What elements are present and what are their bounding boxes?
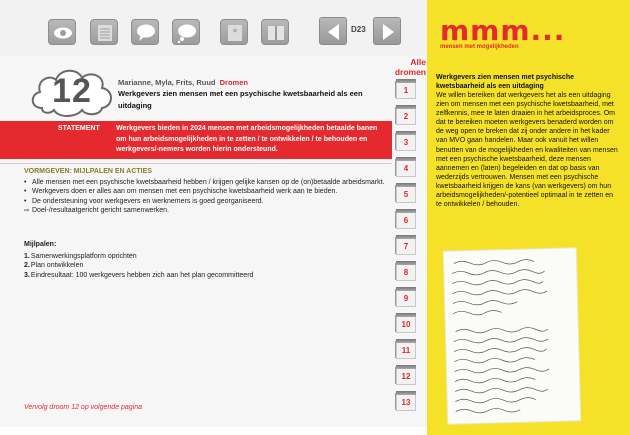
dream-title: Werkgevers zien mensen met een psychisch… — [118, 89, 363, 110]
author-names: Marianne, Myla, Frits, Ruud Dromen — [118, 78, 248, 87]
tab-label: 13 — [401, 398, 411, 407]
tab-dream-1[interactable]: 1 — [393, 79, 417, 99]
tab-edge — [396, 209, 416, 213]
triangle-left-icon — [328, 24, 339, 40]
tab-label: 9 — [403, 294, 409, 303]
tab-edge — [396, 313, 416, 317]
statement-text: Werkgevers bieden in 2024 mensen met arb… — [116, 125, 378, 153]
tab-edge — [396, 287, 416, 291]
all-dreams-link[interactable]: Alle dromen — [384, 57, 426, 77]
tab-edge — [396, 183, 416, 187]
continuation-note: Vervolg droom 12 op volgende pagina — [24, 404, 143, 411]
logo: mmm... — [440, 14, 566, 47]
tab-label: 11 — [401, 346, 411, 355]
tab-dream-10[interactable]: 10 — [393, 313, 417, 333]
tab-edge — [396, 391, 416, 395]
next-page-button[interactable] — [373, 17, 401, 45]
list-item: Doel-/resultaatgericht gericht samenwerk… — [24, 206, 386, 216]
speech-button[interactable] — [131, 19, 159, 45]
tab-dream-9[interactable]: 9 — [393, 287, 417, 307]
list-item: Alle mensen met een psychische kwetsbaar… — [24, 178, 386, 188]
dream-number: 12 — [52, 72, 92, 110]
tab-dream-4[interactable]: 4 — [393, 157, 417, 177]
sidebar-title: Werkgevers zien mensen met psychische kw… — [436, 74, 574, 90]
list-item: 3.Eindresultaat: 100 werkgevers hebben z… — [24, 271, 254, 279]
asterisk-icon: * — [228, 25, 242, 41]
page: * D23 12 Marianne, Myla, Frits, Ruud Dro… — [0, 0, 629, 435]
statement-label: STATEMENT — [58, 125, 100, 132]
bottom-rule — [0, 427, 427, 435]
asterisk-button[interactable]: * — [220, 19, 248, 45]
tab-label: 10 — [401, 320, 411, 329]
tab-label: 6 — [403, 216, 409, 225]
eye-icon — [54, 27, 72, 39]
tab-dream-5[interactable]: 5 — [393, 183, 417, 203]
tab-edge — [396, 365, 416, 369]
handwriting-scribble — [451, 259, 550, 414]
names-text: Marianne, Myla, Frits, Ruud — [118, 78, 216, 87]
svg-text:*: * — [233, 28, 238, 38]
sidebar-body: We willen bereiken dat werkgevers het al… — [436, 92, 618, 209]
tab-edge — [396, 235, 416, 239]
milestones-title: Mijlpalen: — [24, 241, 57, 248]
list-button[interactable] — [90, 19, 118, 45]
list-item: Werkgevers doen er alles aan om mensen m… — [24, 187, 386, 197]
tab-label: 1 — [403, 86, 409, 95]
book-icon — [268, 26, 284, 40]
tab-dream-2[interactable]: 2 — [393, 105, 417, 125]
tab-label: 5 — [403, 190, 409, 199]
triangle-right-icon — [383, 24, 394, 40]
list-item: De ondersteuning voor werkgevers en werk… — [24, 197, 386, 207]
tab-dream-13[interactable]: 13 — [393, 391, 417, 411]
tab-edge — [396, 79, 416, 83]
tab-edge — [396, 131, 416, 135]
list-item: 2.Plan ontwikkelen — [24, 262, 84, 270]
logo-subtitle: mensen met mogelijkheden — [440, 44, 519, 50]
section-title: VORMGEVEN: MIJLPALEN EN ACTIES — [24, 168, 152, 175]
tab-dream-6[interactable]: 6 — [393, 209, 417, 229]
speech-bubble-icon — [137, 24, 155, 41]
toolbar: * D23 — [0, 0, 427, 56]
tab-dream-7[interactable]: 7 — [393, 235, 417, 255]
list-item: 1.Samenwerkingsplatform oprichten — [24, 253, 137, 260]
tab-edge — [396, 105, 416, 109]
tab-label: 8 — [403, 268, 409, 277]
divider — [0, 163, 392, 164]
milestones-list: 1.Samenwerkingsplatform oprichten 2.Plan… — [24, 252, 386, 280]
tab-dream-12[interactable]: 12 — [393, 365, 417, 385]
handwritten-note-image — [443, 248, 581, 424]
tab-dream-8[interactable]: 8 — [393, 261, 417, 281]
thought-button[interactable] — [172, 19, 200, 45]
tab-label: 3 — [403, 138, 409, 147]
tab-edge — [396, 261, 416, 265]
thought-bubble-icon — [177, 24, 196, 44]
tab-edge — [396, 339, 416, 343]
actions-list: Alle mensen met een psychische kwetsbaar… — [24, 178, 386, 216]
tab-dream-11[interactable]: 11 — [393, 339, 417, 359]
tab-label: 2 — [403, 112, 409, 121]
eye-button[interactable] — [48, 19, 76, 45]
previous-page-button[interactable] — [319, 17, 347, 45]
list-icon — [98, 25, 112, 41]
tab-label: 7 — [403, 242, 409, 251]
tab-label: 4 — [403, 164, 409, 173]
page-code: D23 — [351, 25, 366, 34]
tab-edge — [396, 157, 416, 161]
dream-label: Dromen — [219, 78, 248, 87]
book-button[interactable] — [261, 19, 289, 45]
tab-label: 12 — [401, 372, 411, 381]
tab-dream-3[interactable]: 3 — [393, 131, 417, 151]
